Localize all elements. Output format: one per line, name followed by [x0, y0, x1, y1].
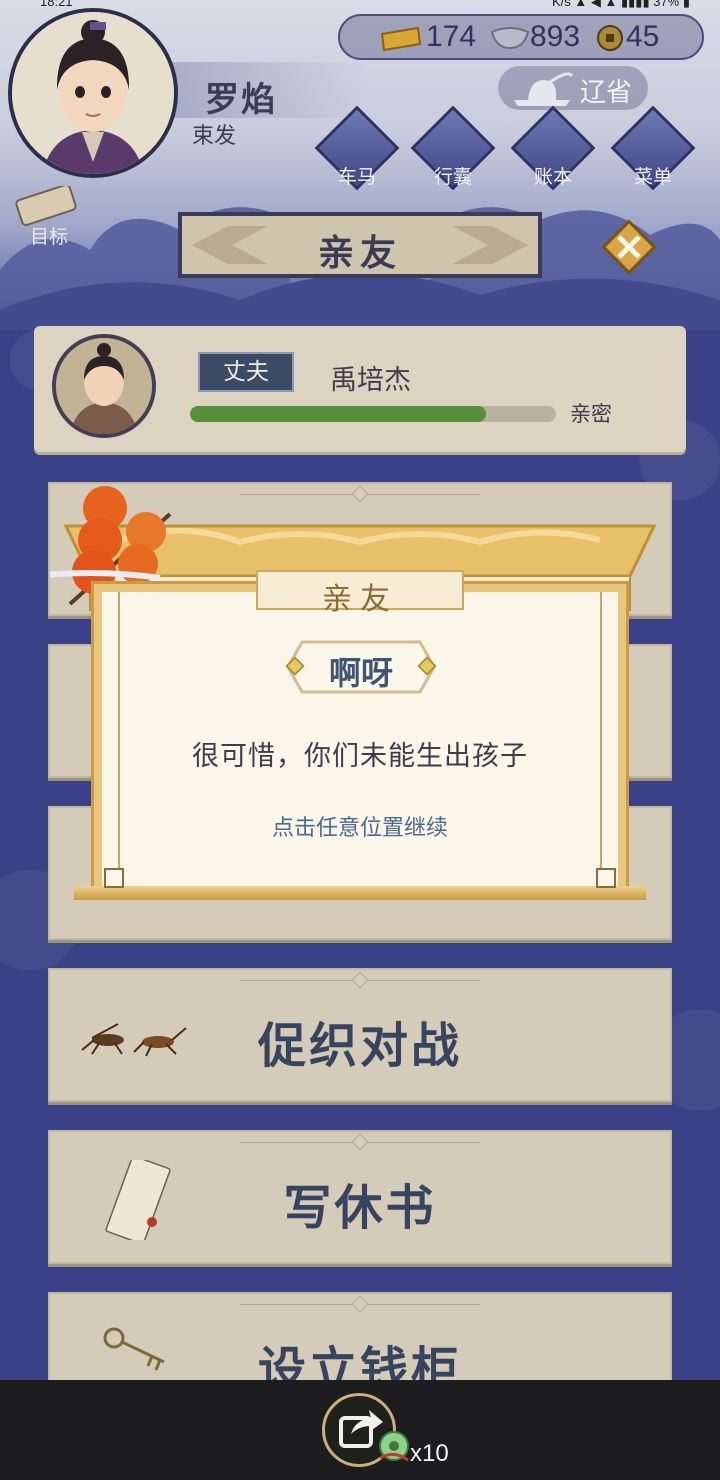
- reward-count: x10: [410, 1440, 449, 1467]
- jade-coin-icon: [379, 1431, 409, 1462]
- dialog-heading-frame: 啊呀: [285, 638, 437, 696]
- dialog-title-plate: 亲友: [256, 570, 464, 617]
- dialog-title: 亲友: [322, 582, 398, 617]
- dialog-base: [74, 886, 646, 900]
- dialog-corner: [104, 868, 124, 888]
- dialog-heading: 啊呀: [328, 654, 393, 692]
- dialog-corner: [596, 868, 616, 888]
- dialog-message: 很可惜，你们未能生出孩子: [192, 741, 528, 772]
- continue-hint[interactable]: 点击任意位置继续: [94, 810, 626, 842]
